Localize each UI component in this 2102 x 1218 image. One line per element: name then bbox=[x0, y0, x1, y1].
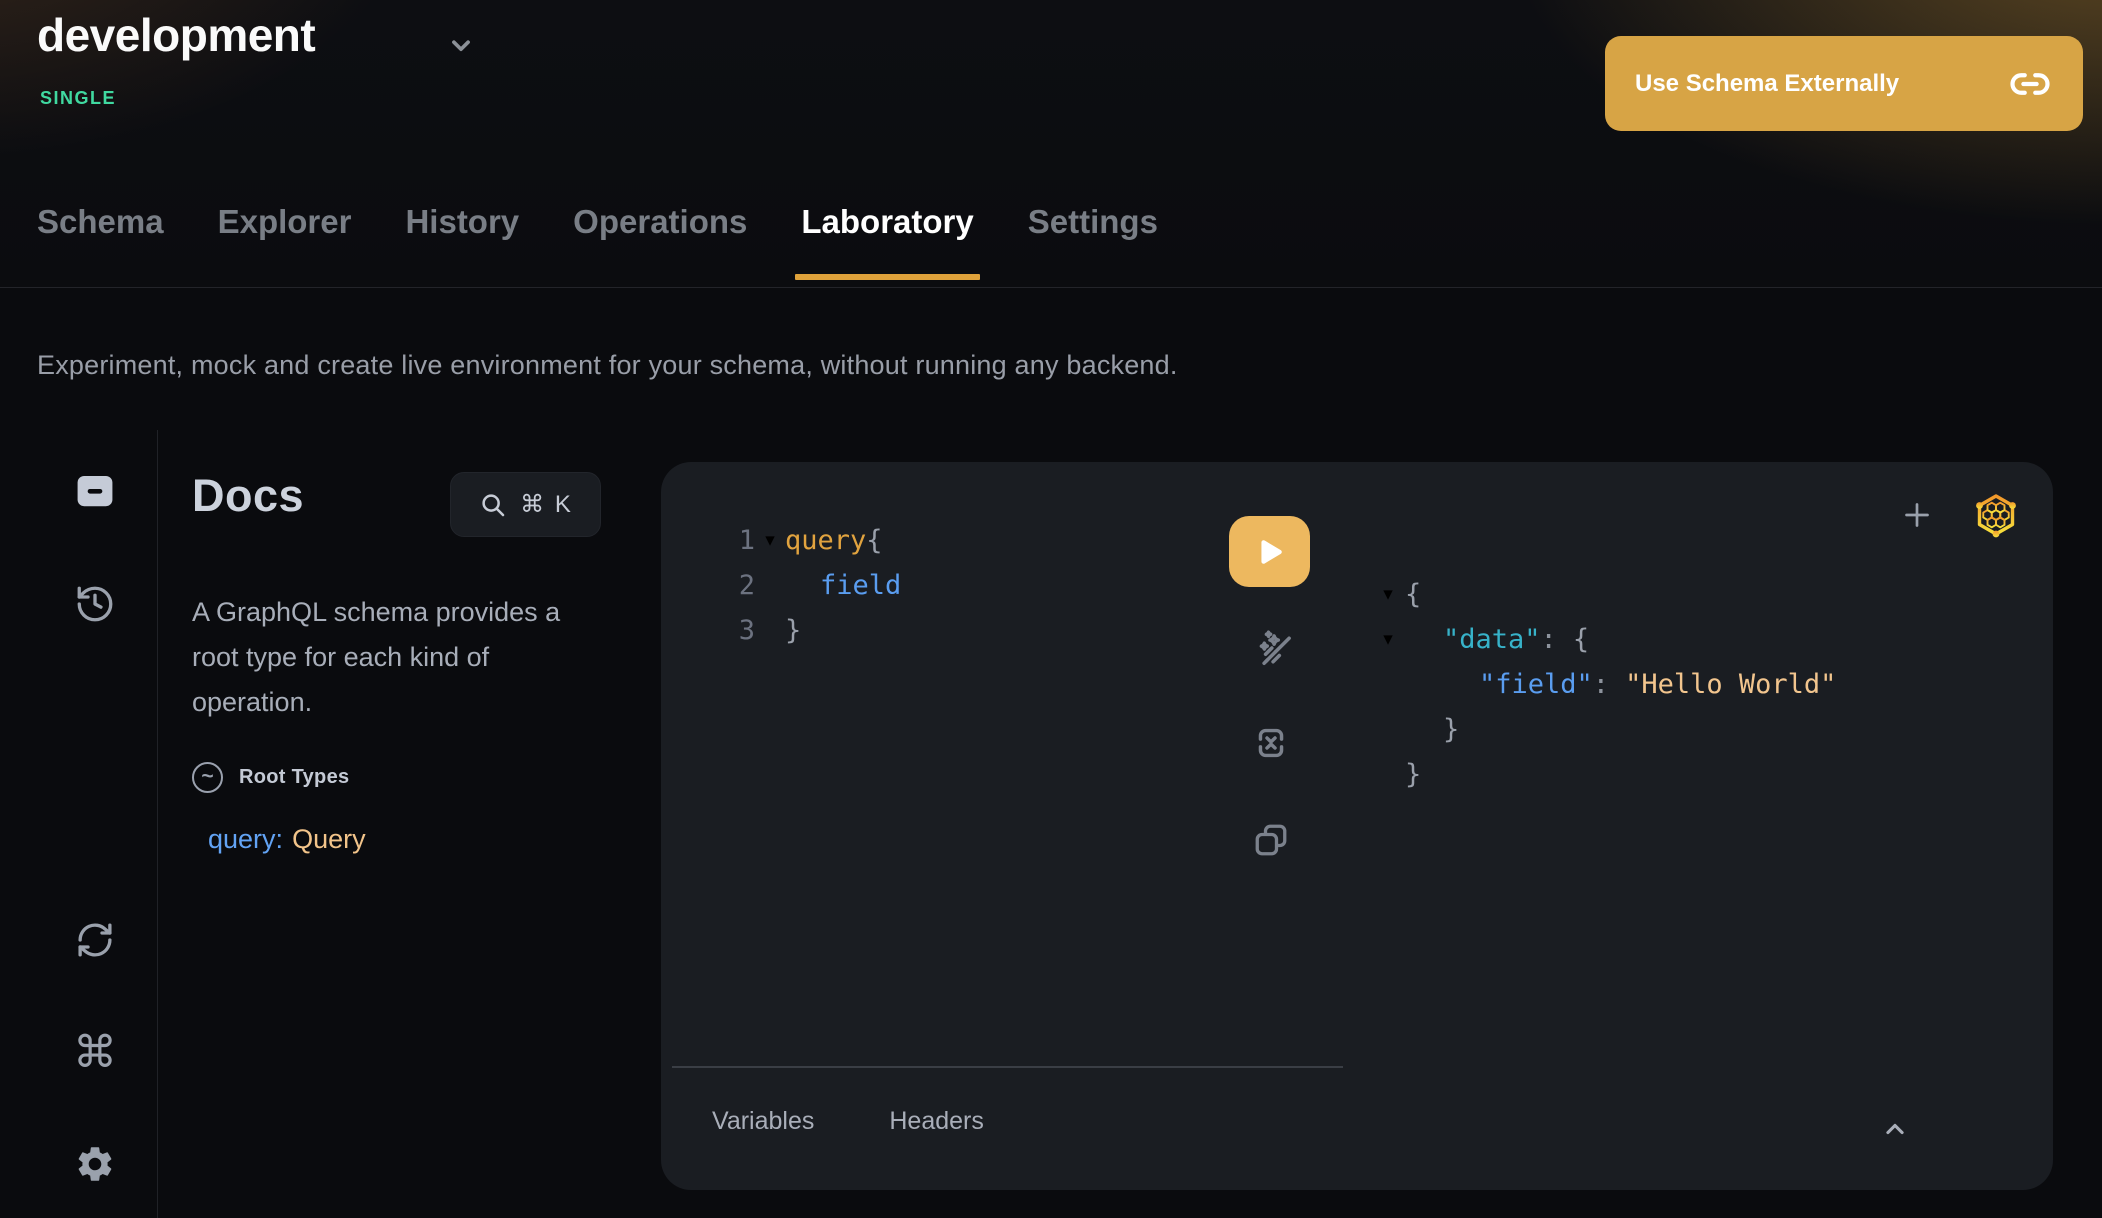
tab-settings[interactable]: Settings bbox=[1028, 200, 1158, 244]
tab-laboratory[interactable]: Laboratory bbox=[801, 200, 973, 244]
root-type-field-name: query bbox=[208, 824, 276, 854]
merge-icon bbox=[1248, 720, 1294, 766]
token-open-brace: { bbox=[1405, 579, 1421, 610]
fold-triangle-icon[interactable]: ▾ bbox=[1383, 628, 1393, 651]
token-field-key: "field" bbox=[1479, 669, 1593, 700]
line-number: 3 bbox=[731, 615, 755, 646]
laboratory-content: ⌘ Docs ⌘ K A GraphQL schema provides a r… bbox=[0, 430, 2102, 1218]
docs-description: A GraphQL schema provides a root type fo… bbox=[192, 590, 597, 725]
command-key-icon: ⌘ bbox=[73, 1031, 117, 1075]
history-clock-icon bbox=[74, 583, 116, 625]
response-line-3: "field": "Hello World" bbox=[1373, 662, 1836, 707]
project-name: development bbox=[37, 8, 315, 62]
hive-hexagon-logo-icon bbox=[1972, 491, 2020, 539]
editor-footer-divider bbox=[672, 1066, 1343, 1068]
token-query-keyword: query bbox=[785, 525, 866, 556]
root-type-colon: : bbox=[276, 824, 284, 854]
tab-schema[interactable]: Schema bbox=[37, 200, 164, 244]
tab-history[interactable]: History bbox=[405, 200, 519, 244]
plus-icon bbox=[1899, 497, 1935, 533]
token-close-brace: } bbox=[1405, 759, 1421, 790]
operation-panel: 1 ▾ query{ 2 field 3 } bbox=[661, 462, 2053, 1190]
docs-book-icon bbox=[73, 469, 117, 513]
copy-icon bbox=[1249, 818, 1293, 862]
token-field: field bbox=[820, 570, 901, 601]
response-viewer: ▾ { ▾ "data":{ "field":"Hello World" } bbox=[1373, 572, 1836, 797]
chevron-up-icon bbox=[1878, 1112, 1912, 1146]
copy-query-button[interactable] bbox=[1243, 812, 1299, 868]
response-line-1: ▾ { bbox=[1373, 572, 1836, 617]
tab-explorer[interactable]: Explorer bbox=[218, 200, 352, 244]
collapse-bottom-panel-button[interactable] bbox=[1873, 1107, 1917, 1151]
laboratory-sidebar: ⌘ bbox=[0, 430, 158, 1218]
search-shortcut-label: ⌘ K bbox=[520, 490, 573, 519]
root-type-query-link[interactable]: query: Query bbox=[208, 824, 366, 855]
project-type-badge: SINGLE bbox=[40, 88, 116, 109]
query-editor[interactable]: 1 ▾ query{ 2 field 3 } bbox=[731, 518, 901, 653]
page-subtitle: Experiment, mock and create live environ… bbox=[37, 350, 1178, 381]
root-types-section: ~ Root Types bbox=[192, 762, 349, 793]
fold-triangle-icon[interactable]: ▾ bbox=[765, 529, 775, 552]
response-line-4: } bbox=[1373, 707, 1836, 752]
editor-line-3: 3 } bbox=[731, 608, 901, 653]
tab-operations[interactable]: Operations bbox=[573, 200, 747, 244]
reload-schema-sidebar-button[interactable] bbox=[67, 912, 123, 968]
laboratory-page: development SINGLE Use Schema Externally… bbox=[0, 0, 2102, 1218]
search-icon bbox=[478, 490, 508, 520]
history-sidebar-button[interactable] bbox=[67, 576, 123, 632]
execute-query-button[interactable] bbox=[1229, 516, 1310, 587]
page-header: development SINGLE Use Schema Externally… bbox=[0, 0, 2102, 288]
play-icon bbox=[1255, 537, 1285, 567]
keyboard-shortcuts-sidebar-button[interactable]: ⌘ bbox=[67, 1025, 123, 1081]
headers-tab[interactable]: Headers bbox=[889, 1107, 984, 1136]
token-close-brace: } bbox=[785, 615, 801, 646]
response-line-2: ▾ "data": { bbox=[1373, 617, 1836, 662]
prettify-broom-icon bbox=[1246, 623, 1296, 673]
token-string-value: "Hello World" bbox=[1625, 669, 1836, 700]
prettify-query-button[interactable] bbox=[1243, 620, 1299, 676]
merge-fragments-button[interactable] bbox=[1243, 715, 1299, 771]
fold-triangle-icon[interactable]: ▾ bbox=[1383, 583, 1393, 606]
project-switcher-chevron-down-icon[interactable] bbox=[444, 28, 478, 62]
line-number: 2 bbox=[731, 570, 755, 601]
variables-tab[interactable]: Variables bbox=[712, 1107, 814, 1136]
graphql-hive-logo[interactable] bbox=[1972, 491, 2020, 539]
root-types-icon: ~ bbox=[192, 762, 223, 793]
use-schema-externally-button[interactable]: Use Schema Externally bbox=[1605, 36, 2083, 131]
root-types-label: Root Types bbox=[239, 766, 349, 789]
response-line-5: } bbox=[1373, 752, 1836, 797]
root-type-type-name: Query bbox=[292, 824, 366, 854]
editor-bottom-bar: Variables Headers bbox=[712, 1099, 984, 1143]
token-open-brace: { bbox=[866, 525, 882, 556]
project-tabs: Schema Explorer History Operations Labor… bbox=[37, 200, 1158, 244]
docs-search-button[interactable]: ⌘ K bbox=[450, 472, 601, 537]
line-number: 1 bbox=[731, 525, 755, 556]
token-colon: : bbox=[1541, 624, 1557, 655]
gear-icon bbox=[74, 1143, 116, 1185]
token-colon: : bbox=[1593, 669, 1609, 700]
editor-line-1: 1 ▾ query{ bbox=[731, 518, 901, 563]
link-icon bbox=[2009, 63, 2051, 105]
token-open-brace: { bbox=[1573, 624, 1589, 655]
settings-sidebar-button[interactable] bbox=[67, 1136, 123, 1192]
docs-sidebar-button[interactable] bbox=[67, 463, 123, 519]
token-data-key: "data" bbox=[1443, 624, 1541, 655]
token-close-brace: } bbox=[1443, 714, 1459, 745]
refresh-icon bbox=[74, 919, 116, 961]
use-schema-externally-label: Use Schema Externally bbox=[1635, 70, 1899, 98]
docs-panel-title: Docs bbox=[192, 470, 304, 522]
add-operation-tab-button[interactable] bbox=[1895, 493, 1939, 537]
editor-line-2: 2 field bbox=[731, 563, 901, 608]
